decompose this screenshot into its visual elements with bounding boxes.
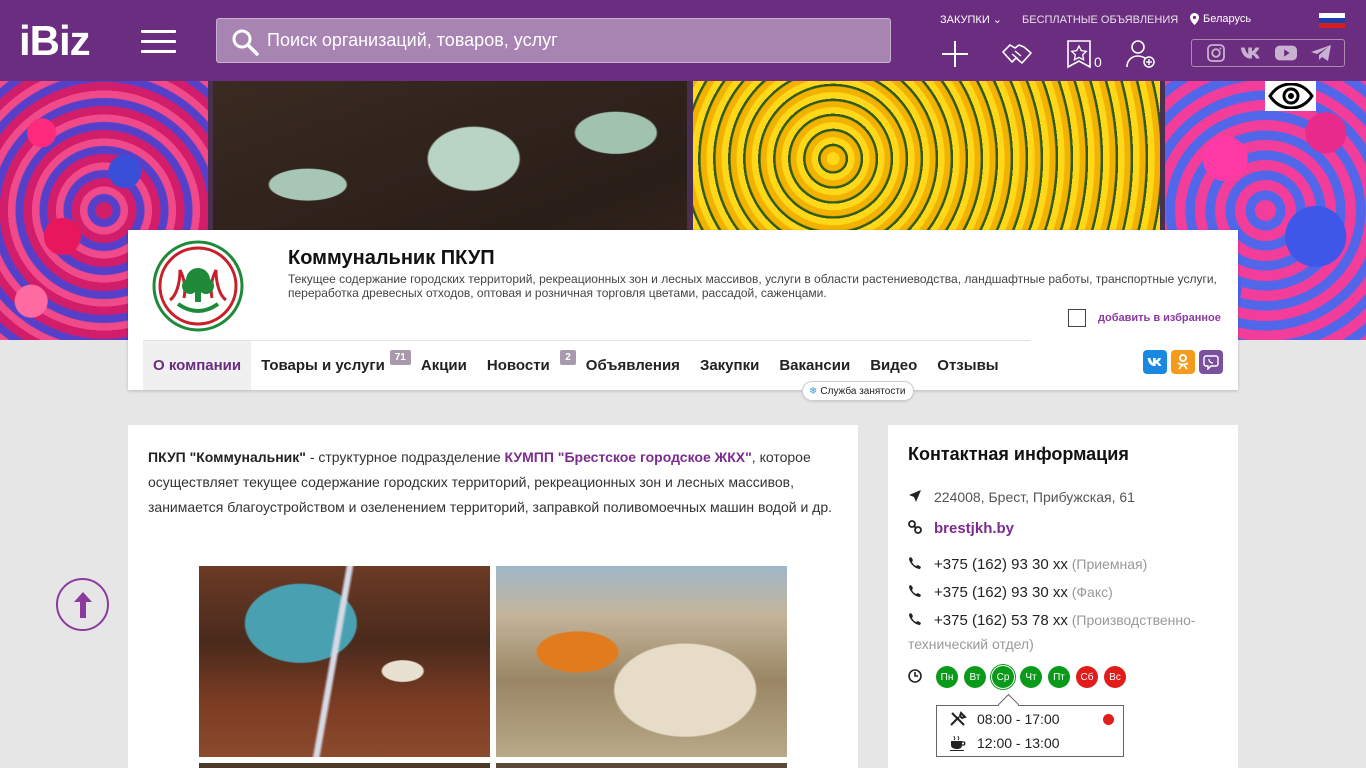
top-header: iBiz ЗАКУПКИ ⌄ БЕСПЛАТНЫЕ ОБЪЯВЛЕНИЯ Бел… xyxy=(0,0,1366,81)
tab-reviews[interactable]: Отзывы xyxy=(927,341,1008,390)
add-to-favorites-label: добавить в избранное xyxy=(1098,312,1221,324)
day-thu[interactable]: Чт xyxy=(1020,666,1042,688)
phone-row: +375 (162) 53 78 xx (Производственно-тех… xyxy=(908,609,1228,656)
arrow-up-icon xyxy=(73,591,92,618)
company-card: Коммунальник ПКУП Текущее содержание гор… xyxy=(128,230,1238,390)
contacts-panel: Контактная информация 224008, Брест, При… xyxy=(888,425,1238,768)
top-links: ЗАКУПКИ ⌄ БЕСПЛАТНЫЕ ОБЪЯВЛЕНИЯ xyxy=(940,13,1178,27)
tab-ads[interactable]: Объявления xyxy=(576,341,690,390)
schedule-popup: 08:00 - 17:00 12:00 - 13:00 xyxy=(936,705,1124,757)
search-icon xyxy=(232,29,259,56)
youtube-icon[interactable] xyxy=(1274,44,1297,62)
day-wed[interactable]: Ср xyxy=(992,666,1014,688)
visually-impaired-eye-icon[interactable] xyxy=(1265,81,1316,111)
snowflake-icon: ❄ xyxy=(809,385,818,397)
handshake-icon[interactable] xyxy=(1000,38,1034,70)
photo-gallery-item[interactable] xyxy=(496,763,787,768)
parent-company-link[interactable]: КУМПП "Брестское городское ЖКХ" xyxy=(505,449,752,465)
clock-icon xyxy=(908,669,922,688)
website-row: brestjkh.by xyxy=(908,517,1228,541)
phone-number[interactable]: +375 (162) 53 78 xx xyxy=(934,612,1068,629)
tab-news[interactable]: Новости 2 xyxy=(477,341,576,390)
region-selector[interactable]: Беларусь xyxy=(1190,13,1251,25)
address-row: 224008, Брест, Прибужская, 61 xyxy=(908,486,1228,510)
work-hours-row: 08:00 - 17:00 xyxy=(949,711,1060,727)
employment-service-tag[interactable]: ❄ Служба занятости xyxy=(802,381,915,401)
free-ads-link[interactable]: БЕСПЛАТНЫЕ ОБЪЯВЛЕНИЯ xyxy=(1022,14,1178,26)
company-description: Текущее содержание городских территорий,… xyxy=(288,272,1217,300)
photo-rake-leaves[interactable] xyxy=(199,566,490,757)
website-link[interactable]: brestjkh.by xyxy=(934,520,1014,537)
search-box xyxy=(216,18,891,63)
day-fri[interactable]: Пт xyxy=(1048,666,1070,688)
day-sat[interactable]: Сб xyxy=(1076,666,1098,688)
about-text: ПКУП "Коммунальник" - структурное подраз… xyxy=(148,449,833,515)
share-viber-icon[interactable] xyxy=(1199,350,1223,374)
language-flag-icon[interactable] xyxy=(1319,13,1345,28)
break-hours-row: 12:00 - 13:00 xyxy=(949,735,1060,751)
social-links xyxy=(1191,39,1345,67)
phone-icon xyxy=(908,610,934,633)
favorites-count: 0 xyxy=(1094,54,1102,70)
phone-row: +375 (162) 93 30 xx (Факс) xyxy=(908,581,1228,605)
phone-icon xyxy=(908,582,934,605)
day-sun[interactable]: Вс xyxy=(1104,666,1126,688)
tools-icon xyxy=(950,711,967,726)
tab-promotions[interactable]: Акции xyxy=(411,341,477,390)
tab-about[interactable]: О компании xyxy=(143,341,252,390)
working-days: Пн Вт Ср Чт Пт Сб Вс xyxy=(936,666,1126,688)
add-user-icon[interactable] xyxy=(1124,38,1158,70)
phone-row: +375 (162) 93 30 xx (Приемная) xyxy=(908,553,1228,577)
link-icon xyxy=(908,518,934,541)
company-logo xyxy=(152,240,244,332)
day-mon[interactable]: Пн xyxy=(936,666,958,688)
about-section: ПКУП "Коммунальник" - структурное подраз… xyxy=(128,425,858,768)
add-to-favorites[interactable]: добавить в избранное xyxy=(1068,309,1221,327)
menu-burger-icon[interactable] xyxy=(141,30,176,54)
purchases-link[interactable]: ЗАКУПКИ ⌄ xyxy=(940,13,1002,26)
header-actions xyxy=(938,38,1186,70)
navigation-arrow-icon xyxy=(908,487,934,510)
status-closed-dot xyxy=(1103,714,1114,725)
contacts-title: Контактная информация xyxy=(908,444,1129,464)
tab-purchases[interactable]: Закупки xyxy=(690,341,769,390)
day-tue[interactable]: Вт xyxy=(964,666,986,688)
instagram-icon[interactable] xyxy=(1205,44,1227,62)
share-odnoklassniki-icon[interactable] xyxy=(1171,350,1195,374)
phone-icon xyxy=(908,554,934,577)
company-title: Коммунальник ПКУП xyxy=(288,247,495,269)
favorites-star-icon[interactable] xyxy=(1062,38,1096,70)
phone-number[interactable]: +375 (162) 93 30 xx xyxy=(934,556,1068,573)
tab-products[interactable]: Товары и услуги 71 xyxy=(251,341,411,390)
add-icon[interactable] xyxy=(938,38,972,70)
photo-wood-chipper[interactable] xyxy=(496,566,787,757)
ibiz-logo[interactable]: iBiz xyxy=(19,18,91,64)
telegram-icon[interactable] xyxy=(1310,44,1332,62)
search-input[interactable] xyxy=(267,19,877,62)
tab-badge: 2 xyxy=(560,350,576,365)
photo-gallery-item[interactable] xyxy=(199,763,490,768)
location-pin-icon xyxy=(1190,13,1199,25)
share-buttons xyxy=(1143,350,1223,374)
favorites-checkbox[interactable] xyxy=(1068,309,1086,327)
vk-icon[interactable] xyxy=(1240,44,1262,62)
share-vk-icon[interactable] xyxy=(1143,350,1167,374)
phone-number[interactable]: +375 (162) 93 30 xx xyxy=(934,584,1068,601)
coffee-cup-icon xyxy=(950,735,966,751)
tab-badge: 71 xyxy=(389,350,411,365)
scroll-up-button[interactable] xyxy=(56,578,109,631)
